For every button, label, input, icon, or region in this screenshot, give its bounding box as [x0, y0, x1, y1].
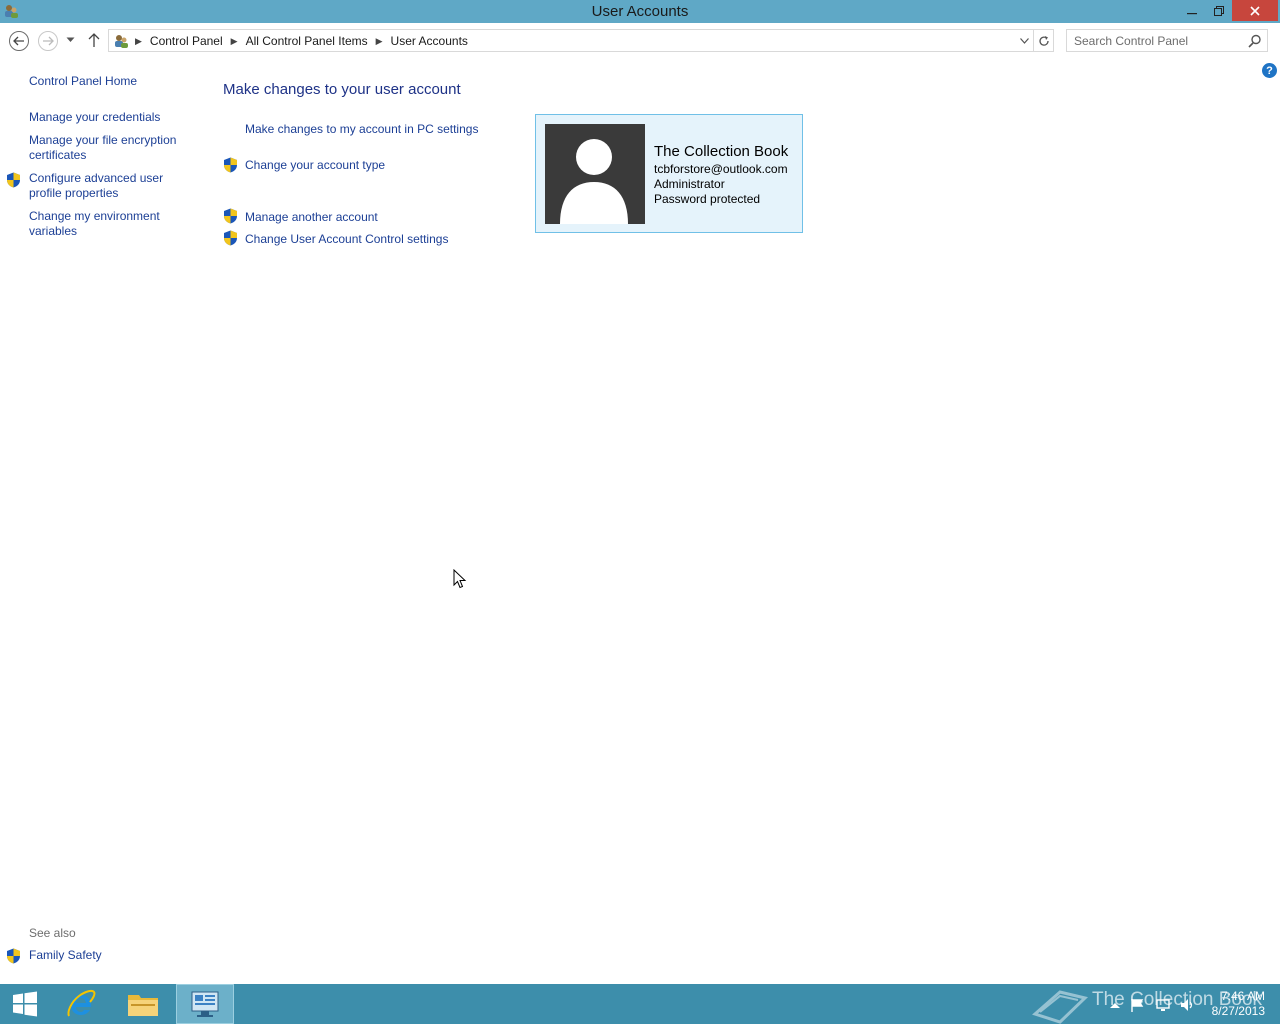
file-explorer-button[interactable] — [114, 984, 172, 1024]
control-panel-icon — [191, 991, 219, 1017]
navigation-bar: ▶ Control Panel ▶ All Control Panel Item… — [0, 23, 1280, 59]
breadcrumb-separator-icon[interactable]: ▶ — [376, 36, 383, 47]
account-role: Administrator — [654, 177, 725, 191]
manage-encryption-certificates-link[interactable]: Manage your file encryption certificates — [29, 133, 194, 163]
recent-locations-button[interactable] — [66, 35, 76, 47]
breadcrumb-control-panel[interactable]: Control Panel — [150, 34, 223, 48]
start-button[interactable] — [0, 984, 50, 1024]
taskbar: The Collection Book 7:46 AM 8/27/2013 — [0, 984, 1280, 1024]
change-account-type-link[interactable]: Change your account type — [245, 158, 385, 172]
minimize-button[interactable] — [1178, 0, 1205, 21]
refresh-button[interactable] — [1033, 30, 1054, 51]
address-dropdown-button[interactable] — [1015, 30, 1033, 51]
internet-explorer-button[interactable] — [52, 984, 110, 1024]
breadcrumb-all-items[interactable]: All Control Panel Items — [246, 34, 368, 48]
uac-shield-icon — [224, 230, 237, 246]
windows-logo-icon — [13, 991, 37, 1017]
internet-explorer-icon — [67, 989, 96, 1017]
uac-shield-icon — [7, 172, 20, 188]
pc-settings-link[interactable]: Make changes to my account in PC setting… — [245, 122, 478, 136]
uac-shield-icon — [7, 948, 20, 964]
control-panel-home-link[interactable]: Control Panel Home — [29, 74, 194, 89]
search-box[interactable] — [1066, 29, 1268, 52]
control-panel-taskbar-button[interactable] — [176, 984, 234, 1024]
mouse-cursor-icon — [453, 569, 467, 589]
back-button[interactable] — [9, 31, 29, 51]
breadcrumb: ▶ Control Panel ▶ All Control Panel Item… — [135, 34, 468, 48]
configure-advanced-profile-link[interactable]: Configure advanced user profile properti… — [29, 171, 194, 201]
uac-shield-icon — [224, 157, 237, 173]
search-input[interactable] — [1067, 30, 1245, 51]
left-pane: Control Panel Home Manage your credentia… — [0, 60, 200, 980]
up-button[interactable] — [87, 32, 103, 50]
arrow-right-icon — [43, 36, 54, 46]
system-clock[interactable]: 7:46 AM 8/27/2013 — [1205, 989, 1265, 1019]
restore-button[interactable] — [1205, 0, 1232, 21]
control-panel-icon — [115, 35, 128, 48]
manage-credentials-link[interactable]: Manage your credentials — [29, 110, 194, 125]
breadcrumb-user-accounts[interactable]: User Accounts — [391, 34, 468, 48]
change-environment-variables-link[interactable]: Change my environment variables — [29, 209, 194, 239]
manage-another-account-link[interactable]: Manage another account — [245, 210, 378, 224]
arrow-up-icon — [88, 33, 100, 47]
close-button[interactable] — [1232, 0, 1278, 21]
action-center-flag-icon[interactable] — [1130, 998, 1146, 1012]
arrow-left-icon — [13, 36, 24, 46]
folder-icon — [128, 995, 158, 1016]
family-safety-link[interactable]: Family Safety — [29, 948, 194, 963]
chevron-down-icon — [66, 37, 75, 42]
change-uac-settings-link[interactable]: Change User Account Control settings — [245, 232, 448, 246]
window-title: User Accounts — [591, 3, 689, 20]
forward-button[interactable] — [38, 31, 58, 51]
account-status: Password protected — [654, 192, 761, 206]
avatar — [545, 124, 645, 224]
refresh-icon — [1039, 35, 1049, 46]
uac-shield-icon — [224, 208, 237, 224]
volume-icon[interactable] — [1179, 998, 1195, 1012]
address-bar[interactable]: ▶ Control Panel ▶ All Control Panel Item… — [108, 29, 1054, 52]
account-email: tcbforstore@outlook.com — [654, 162, 788, 176]
search-icon[interactable] — [1247, 33, 1263, 49]
account-card: The Collection Book tcbforstore@outlook.… — [535, 114, 803, 233]
clock-time: 7:46 AM — [1220, 989, 1265, 1003]
breadcrumb-separator-icon[interactable]: ▶ — [135, 36, 142, 47]
close-icon — [1250, 5, 1260, 16]
account-name: The Collection Book — [654, 143, 789, 160]
show-hidden-icons-icon[interactable] — [1107, 998, 1123, 1012]
help-button[interactable]: ? — [1262, 63, 1277, 78]
minimize-icon — [1186, 12, 1197, 14]
user-silhouette-icon — [560, 139, 628, 224]
page-title: Make changes to your user account — [223, 81, 461, 98]
chevron-down-icon — [1019, 37, 1029, 44]
network-icon[interactable] — [1155, 998, 1171, 1012]
restore-icon — [1213, 5, 1224, 16]
clock-date: 8/27/2013 — [1211, 1004, 1265, 1018]
see-also-label: See also — [29, 926, 76, 940]
breadcrumb-separator-icon[interactable]: ▶ — [231, 36, 238, 47]
title-bar: User Accounts — [0, 0, 1280, 23]
